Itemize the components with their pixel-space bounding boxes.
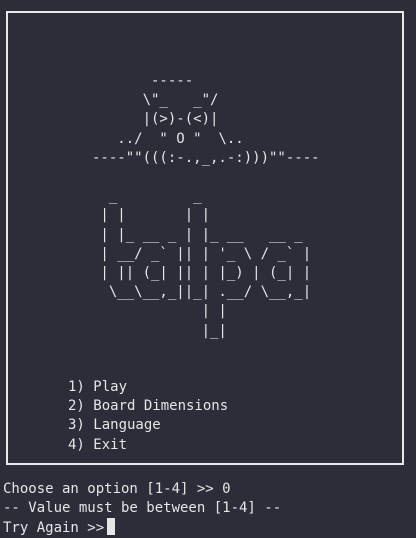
prompt-label: Try Again >>	[3, 520, 105, 536]
console-prompt-line[interactable]: Try Again >>	[3, 518, 413, 537]
menu-item-exit[interactable]: 4) Exit	[68, 436, 228, 455]
menu-item-language[interactable]: 3) Language	[68, 416, 228, 435]
terminal-console: Choose an option [1-4] >> 0 -- Value mus…	[3, 480, 413, 537]
text-cursor	[107, 518, 116, 535]
console-line-error: -- Value must be between [1-4] --	[3, 500, 282, 516]
console-line-choice: Choose an option [1-4] >> 0	[3, 481, 231, 497]
main-menu: 1) Play 2) Board Dimensions 3) Language …	[68, 378, 228, 455]
owl-ascii-logo: ----- \"_ _"/ |(>)-(<)| ../ " O " \.. --…	[92, 73, 320, 339]
menu-frame: ----- \"_ _"/ |(>)-(<)| ../ " O " \.. --…	[6, 11, 404, 465]
menu-item-board-dimensions[interactable]: 2) Board Dimensions	[68, 397, 228, 416]
menu-item-play[interactable]: 1) Play	[68, 378, 228, 397]
